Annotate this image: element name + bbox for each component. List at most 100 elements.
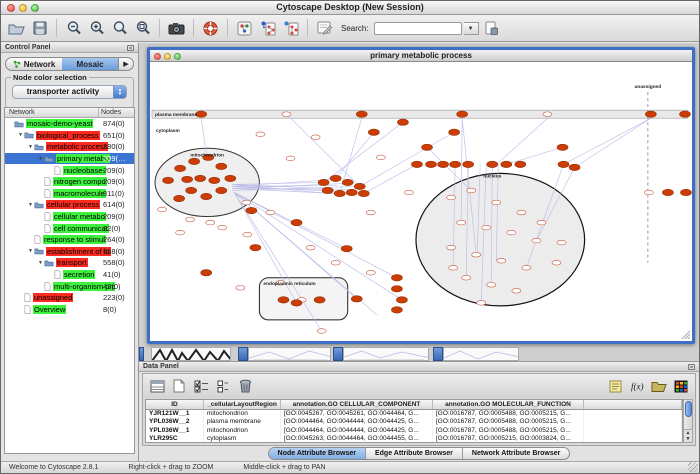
background-window-fragment[interactable] (151, 347, 231, 361)
column-header[interactable]: annotation.GO CELLULAR_COMPONENT (281, 400, 433, 409)
minimize-button[interactable] (19, 4, 27, 12)
tab-mosaic[interactable]: Mosaic (62, 58, 118, 70)
tree-row[interactable]: macromolecule311(0) (5, 188, 134, 200)
search-options-dropdown[interactable]: ▼ (464, 22, 479, 35)
notes-icon[interactable] (606, 377, 624, 395)
tree-row[interactable]: ▼transport558(0) (5, 257, 134, 269)
background-window-fragment[interactable] (343, 347, 429, 361)
network-view-window[interactable]: primary metabolic process plasma membran… (147, 47, 695, 344)
expand-arrow-icon[interactable]: ▼ (38, 260, 43, 266)
tree-row[interactable]: nitrogen compo209(0) (5, 176, 134, 188)
scrollbar-thumb[interactable] (685, 401, 692, 417)
background-window-fragment[interactable] (248, 347, 331, 361)
network-view-titlebar[interactable]: primary metabolic process (150, 50, 692, 62)
view-minimize-button[interactable] (164, 53, 171, 60)
tree-row-count: 42(0) (103, 282, 121, 291)
column-header[interactable]: ID (146, 400, 204, 409)
annotation-icon[interactable] (314, 18, 335, 39)
import-network-icon[interactable] (257, 18, 278, 39)
network-graph[interactable]: plasma membranecytoplasmmitochondrionnuc… (150, 62, 692, 341)
tree-row[interactable]: unassigned223(0) (5, 292, 134, 304)
tree-row-count: 8(0) (103, 305, 116, 314)
expand-arrow-icon[interactable]: ▼ (28, 248, 33, 254)
table-row[interactable]: YPL036W__2plasma membrane[GO:0044464, GO… (146, 418, 682, 426)
snapshot-icon[interactable] (166, 18, 187, 39)
attribute-select-icon[interactable] (148, 377, 166, 395)
float-panel-icon[interactable] (688, 364, 695, 370)
tree-row[interactable]: ▼establishment of lo558(0) (5, 246, 134, 258)
background-window-fragment[interactable] (443, 347, 519, 361)
tab-node-attribute-browser[interactable]: Node Attribute Browser (269, 448, 366, 459)
mosaic-matrix-icon[interactable] (672, 377, 690, 395)
background-window-edge[interactable] (238, 347, 248, 361)
expand-arrow-icon[interactable]: ▼ (38, 156, 43, 162)
tree-row[interactable]: ▼cellular process614(0) (5, 199, 134, 211)
more-tabs-arrow[interactable]: ▶ (118, 58, 133, 70)
scroll-down-arrow[interactable]: ▼ (684, 436, 692, 442)
zoom-out-icon[interactable] (63, 18, 84, 39)
network-canvas[interactable]: plasma membranecytoplasmmitochondrionnuc… (150, 62, 692, 341)
zoom-in-icon[interactable] (86, 18, 107, 39)
tab-edge-attribute-browser[interactable]: Edge Attribute Browser (366, 448, 463, 459)
save-search-icon[interactable] (481, 18, 502, 39)
view-zoom-button[interactable] (174, 53, 181, 60)
select-attributes-icon[interactable] (192, 377, 210, 395)
tree-row[interactable]: mosaic-demo-yeast874(0) (5, 118, 134, 130)
table-scrollbar[interactable]: ▲▼ (683, 399, 693, 443)
tree-row[interactable]: nucleobase-209(0) (5, 164, 134, 176)
tree-row[interactable]: cell communicat22(0) (5, 222, 134, 234)
tree-row[interactable]: secretion41(0) (5, 269, 134, 281)
zoom-selected-icon[interactable] (109, 18, 130, 39)
tree-header-network[interactable]: Network (5, 108, 99, 117)
manage-network-icon[interactable] (234, 18, 255, 39)
network-view-title: primary metabolic process (370, 51, 472, 60)
tree-row-count: 41(0) (103, 270, 121, 279)
tree-row-label: cell communicat (53, 224, 109, 233)
resize-grip[interactable] (688, 462, 698, 472)
node-color-selection-group: Node color selection transporter activit… (5, 77, 134, 108)
cytoscape-window: Cytoscape Desktop (New Session) Search: … (0, 0, 700, 474)
zoom-fit-icon[interactable] (132, 18, 153, 39)
table-row[interactable]: YPL036W__1mitochondrion[GO:0044464, GO:0… (146, 427, 682, 435)
table-row[interactable]: YLR295Ccytoplasm[GO:0045263, GO:0044464,… (146, 435, 682, 443)
tree-row[interactable]: ▼metabolic process280(0) (5, 141, 134, 153)
status-pan-hint: Middle-click + drag to PAN (243, 464, 325, 471)
expand-arrow-icon[interactable]: ▼ (28, 202, 33, 208)
import-attributes-icon[interactable] (650, 377, 668, 395)
tree-row[interactable]: cellular metabo209(0) (5, 211, 134, 223)
background-window-edge[interactable] (333, 347, 343, 361)
node-color-dropdown[interactable]: transporter activity ▲▼ (12, 85, 127, 99)
svg-text:f(x): f(x) (631, 382, 644, 392)
background-window-edge[interactable] (433, 347, 443, 361)
tree-row[interactable]: ▼biological_process651(0) (5, 130, 134, 142)
background-window-edge[interactable] (139, 347, 144, 361)
export-network-icon[interactable] (280, 18, 301, 39)
save-icon[interactable] (29, 18, 50, 39)
float-panel-icon[interactable] (127, 45, 134, 51)
unselect-attributes-icon[interactable] (214, 377, 232, 395)
attribute-table-header[interactable]: ID_cellularLayoutRegionannotation.GO CEL… (146, 400, 682, 410)
tab-network[interactable]: Network (6, 58, 62, 70)
tree-header-nodes[interactable]: Nodes (99, 108, 134, 117)
vizmapper-icon[interactable] (200, 18, 221, 39)
tree-row[interactable]: multi-organism pro42(0) (5, 280, 134, 292)
close-button[interactable] (7, 4, 15, 12)
tab-network-attribute-browser[interactable]: Network Attribute Browser (463, 448, 569, 459)
expand-arrow-icon[interactable]: ▼ (28, 144, 33, 150)
open-icon[interactable] (6, 18, 27, 39)
tree-row[interactable]: ▼primary metabo209(… (5, 153, 134, 165)
column-header[interactable]: annotation.GO MOLECULAR_FUNCTION (433, 400, 584, 409)
tree-row[interactable]: response to stimul264(0) (5, 234, 134, 246)
window-title: Cytoscape Desktop (New Session) (276, 2, 424, 12)
view-close-button[interactable] (154, 53, 161, 60)
expand-arrow-icon[interactable]: ▼ (18, 132, 23, 138)
delete-attribute-icon[interactable] (236, 377, 254, 395)
formula-builder-icon[interactable]: f(x) (628, 377, 646, 395)
column-header[interactable]: _cellularLayoutRegion (204, 400, 281, 409)
zoom-window-button[interactable] (31, 4, 39, 12)
search-input[interactable] (374, 22, 462, 35)
table-row[interactable]: YJR121W__1mitochondrion[GO:0045267, GO:0… (146, 410, 682, 418)
new-attribute-icon[interactable] (170, 377, 188, 395)
network-tab-icon (13, 60, 21, 68)
tree-row[interactable]: Overview8(0) (5, 304, 134, 316)
